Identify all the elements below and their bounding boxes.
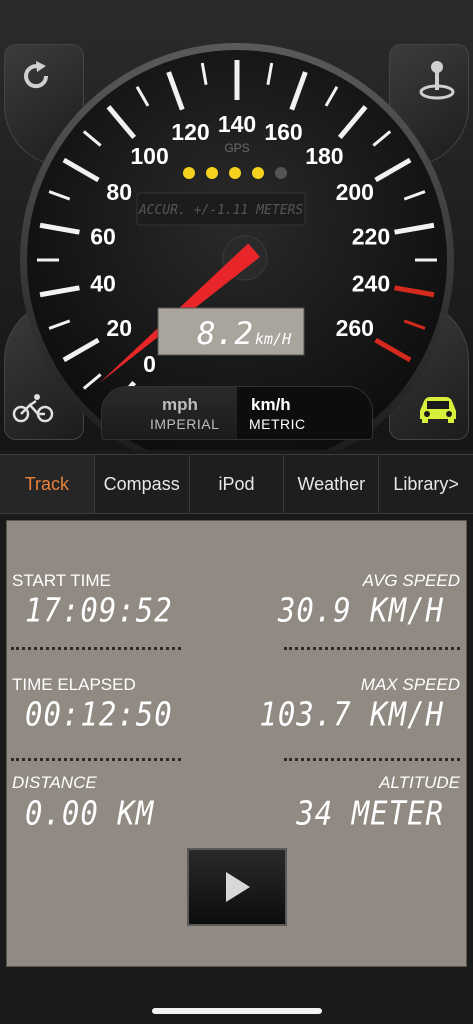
speedometer-dial: 0 20 40 60 80 100120 140 160180 200 220 240 260 GPS… [20,43,454,450]
start-time-value: 17:09:52 [25,590,173,630]
max-speed-label: MAX SPEED [360,675,460,694]
gps-dot [229,167,241,179]
dial-label: 60 [90,223,116,249]
dial-label: 0 [143,351,156,377]
unit-toggle: mph IMPERIAL km/h METRIC [101,386,373,440]
speed-value: 8.2 [197,316,253,352]
dial-label: 240 [352,271,390,297]
car-icon[interactable] [413,388,463,428]
metric-system-label: METRIC [249,416,306,432]
speedometer-area: 0 20 40 60 80 100 120 140 160 180 200 220 240 260 GPS… [0,0,473,450]
altitude-label: ALTITUDE [379,773,460,792]
refresh-icon[interactable] [12,52,60,100]
divider [11,647,181,650]
tab-compass[interactable]: Compass [95,455,190,513]
tab-weather[interactable]: Weather [284,455,380,513]
track-panel: START TIME 17:09:52 AVG SPEED 30.9 KM/H … [6,520,467,967]
home-indicator[interactable] [152,1008,322,1014]
dial-label: 160 [264,119,302,145]
dial-label: 140 [218,111,256,137]
speed-unit: km/H [255,330,292,348]
gps-dot [183,167,195,179]
divider [11,758,181,761]
dial-label: 200 [336,179,374,205]
start-time-label: START TIME [12,571,111,590]
imperial-option[interactable]: mph IMPERIAL [102,387,237,439]
avg-speed-label: AVG SPEED [362,571,460,590]
distance-value: 0.00 KM [25,793,155,833]
dial-label: 100 [130,143,168,169]
imperial-unit-label: mph [162,395,198,414]
tab-library[interactable]: Library> [379,455,473,513]
time-elapsed-label: TIME ELAPSED [12,675,136,694]
divider [284,647,460,650]
gps-dot [252,167,264,179]
dial-label: 260 [336,315,374,341]
gps-dot [275,167,287,179]
max-speed-value: 103.7 KM/H [259,694,444,734]
metric-unit-label: km/h [251,395,291,414]
dial-label: 40 [90,271,116,297]
metric-option[interactable]: km/h METRIC [237,387,372,439]
bicycle-icon[interactable] [10,388,56,428]
play-icon [226,872,250,902]
tab-bar: Track Compass iPod Weather Library> [0,454,473,514]
dial-label: 180 [305,143,343,169]
imperial-system-label: IMPERIAL [150,416,220,432]
time-elapsed-value: 00:12:50 [25,694,173,734]
dial-label: 120 [171,119,209,145]
gps-label: GPS [224,141,249,155]
accuracy-text: ACCUR. +/-1.11 METERS [138,203,304,218]
dial-label: 220 [352,223,390,249]
tab-ipod[interactable]: iPod [190,455,285,513]
tab-track[interactable]: Track [0,455,95,513]
avg-speed-value: 30.9 KM/H [277,590,444,630]
altitude-value: 34 METER [296,793,444,833]
joystick-icon[interactable] [413,52,461,104]
play-button[interactable] [187,848,287,926]
gps-dot [206,167,218,179]
dial-label: 80 [106,179,132,205]
distance-label: DISTANCE [12,773,97,792]
dial-label: 20 [106,315,132,341]
divider [284,758,460,761]
